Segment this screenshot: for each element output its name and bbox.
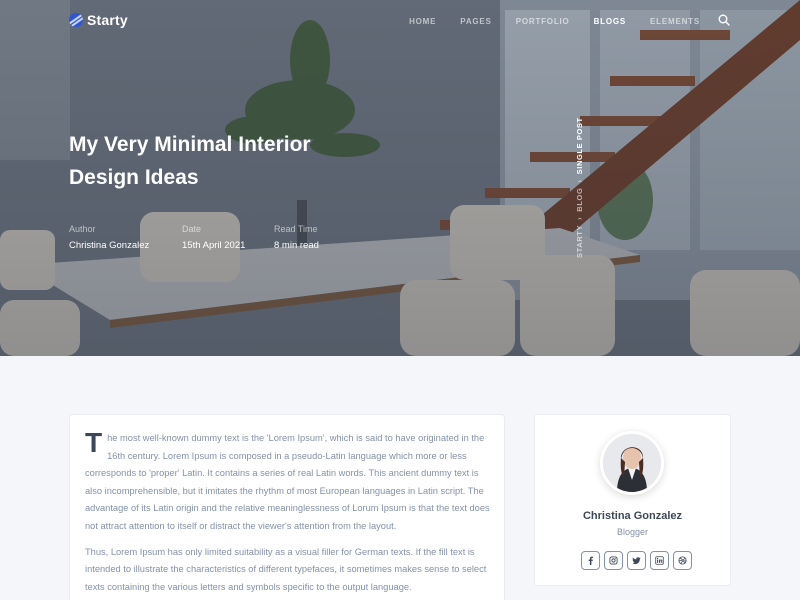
- linkedin-link[interactable]: [650, 551, 669, 570]
- meta-date-value: 15th April 2021: [182, 240, 246, 251]
- post-title: My Very Minimal Interior Design Ideas: [69, 133, 311, 189]
- meta-author-value: Christina Gonzalez: [69, 240, 150, 251]
- post-meta: Author Christina Gonzalez Date 15th Apri…: [69, 224, 319, 251]
- article-paragraph-1: The most well-known dummy text is the 'L…: [85, 427, 490, 536]
- paragraph-1-text: he most well-known dummy text is the 'Lo…: [85, 433, 490, 531]
- instagram-icon: [609, 556, 618, 565]
- meta-read-value: 8 min read: [274, 240, 319, 251]
- nav-item-pages[interactable]: PAGES: [460, 17, 491, 26]
- linkedin-icon: [655, 556, 664, 565]
- article-body: The most well-known dummy text is the 'L…: [70, 415, 504, 596]
- twitter-link[interactable]: [627, 551, 646, 570]
- search-icon[interactable]: [718, 14, 730, 26]
- meta-author-label: Author: [69, 224, 96, 234]
- chevron-right-icon: ›: [575, 216, 584, 220]
- breadcrumb-starty[interactable]: STARTY: [575, 225, 584, 258]
- dribbble-link[interactable]: [673, 551, 692, 570]
- chevron-right-icon: ›: [575, 179, 584, 183]
- brand-name: Starty: [87, 12, 128, 28]
- breadcrumb: STARTY › BLOG › SINGLE POST: [575, 117, 584, 258]
- hero-section: Starty HOME PAGES PORTFOLIO BLOGS ELEMEN…: [0, 0, 800, 356]
- dribbble-icon: [678, 556, 687, 565]
- twitter-icon: [632, 557, 641, 565]
- facebook-icon: [588, 556, 593, 565]
- nav-item-home[interactable]: HOME: [409, 17, 436, 26]
- main-menu: HOME PAGES PORTFOLIO BLOGS ELEMENTS: [409, 17, 700, 26]
- meta-date-label: Date: [182, 224, 202, 234]
- nav-item-portfolio[interactable]: PORTFOLIO: [516, 17, 570, 26]
- author-role: Blogger: [616, 527, 649, 537]
- avatar-image: [603, 434, 661, 492]
- meta-read-label: Read Time: [274, 224, 318, 234]
- meta-author: Author Christina Gonzalez: [69, 224, 182, 251]
- author-card: Christina Gonzalez Blogger: [534, 414, 731, 586]
- nav-item-elements[interactable]: ELEMENTS: [650, 17, 700, 26]
- breadcrumb-blog[interactable]: BLOG: [575, 188, 584, 212]
- facebook-link[interactable]: [581, 551, 600, 570]
- article-paragraph-2: Thus, Lorem Ipsum has only limited suita…: [85, 546, 487, 592]
- social-links: [581, 551, 692, 570]
- avatar: [600, 431, 664, 495]
- instagram-link[interactable]: [604, 551, 623, 570]
- logo-icon: [69, 13, 83, 27]
- author-name: Christina Gonzalez: [582, 510, 683, 522]
- dropcap-letter: T: [85, 427, 103, 458]
- article-card: The most well-known dummy text is the 'L…: [69, 414, 505, 600]
- brand-logo[interactable]: Starty: [69, 12, 128, 28]
- top-navbar: Starty HOME PAGES PORTFOLIO BLOGS ELEMEN…: [0, 0, 800, 42]
- meta-date: Date 15th April 2021: [182, 224, 274, 251]
- meta-read-time: Read Time 8 min read: [274, 224, 319, 251]
- breadcrumb-single-post: SINGLE POST: [575, 117, 584, 175]
- nav-item-blogs[interactable]: BLOGS: [594, 17, 626, 26]
